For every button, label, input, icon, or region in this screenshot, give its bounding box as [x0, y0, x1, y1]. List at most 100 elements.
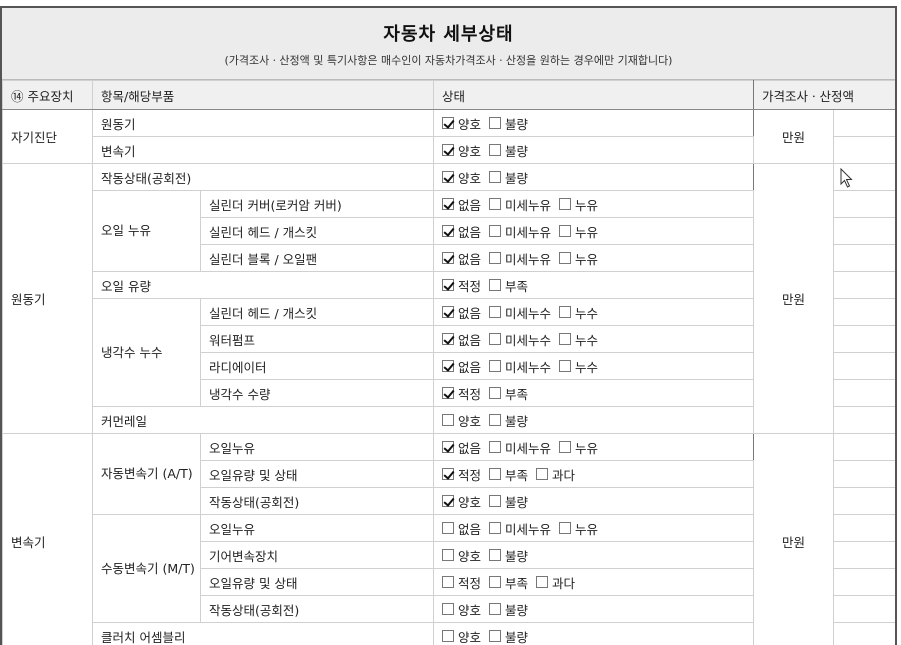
status-option[interactable]: 미세누유 — [489, 195, 551, 214]
checkbox-icon[interactable] — [559, 360, 572, 372]
price-input-cell[interactable] — [832, 595, 895, 623]
status-option[interactable]: 없음 — [442, 249, 481, 268]
checkbox-icon[interactable] — [559, 225, 572, 237]
checkbox-icon[interactable] — [442, 549, 454, 561]
checkbox-icon[interactable] — [442, 603, 454, 615]
status-option[interactable]: 미세누수 — [489, 303, 551, 322]
status-option[interactable]: 누수 — [559, 357, 598, 376]
checkbox-icon[interactable] — [489, 225, 502, 237]
checked-checkbox-icon[interactable] — [442, 441, 454, 453]
checked-checkbox-icon[interactable] — [442, 171, 454, 183]
status-option[interactable]: 양호 — [442, 114, 481, 133]
checkbox-icon[interactable] — [489, 387, 502, 399]
status-option[interactable]: 부족 — [489, 276, 528, 295]
checkbox-icon[interactable] — [442, 522, 454, 534]
price-input-cell[interactable] — [832, 136, 895, 164]
checkbox-icon[interactable] — [489, 630, 502, 642]
price-input-cell[interactable] — [832, 109, 895, 137]
checkbox-icon[interactable] — [559, 333, 572, 345]
checkbox-icon[interactable] — [489, 576, 502, 588]
checkbox-icon[interactable] — [559, 306, 572, 318]
price-input-cell[interactable] — [832, 217, 895, 245]
checkbox-icon[interactable] — [489, 333, 502, 345]
price-input-cell[interactable] — [832, 433, 895, 461]
price-input-cell[interactable] — [832, 190, 895, 218]
status-option[interactable]: 누유 — [559, 195, 598, 214]
checked-checkbox-icon[interactable] — [442, 252, 454, 264]
price-input-cell[interactable] — [832, 460, 895, 488]
status-option[interactable]: 누수 — [559, 330, 598, 349]
status-option[interactable]: 적정 — [442, 573, 481, 592]
status-option[interactable]: 불량 — [489, 546, 528, 565]
price-input-cell[interactable] — [832, 271, 895, 299]
status-option[interactable]: 양호 — [442, 627, 481, 645]
status-option[interactable]: 부족 — [489, 573, 528, 592]
status-option[interactable]: 불량 — [489, 114, 528, 133]
checkbox-icon[interactable] — [489, 468, 502, 480]
status-option[interactable]: 없음 — [442, 519, 481, 538]
status-option[interactable]: 누수 — [559, 303, 598, 322]
status-option[interactable]: 양호 — [442, 546, 481, 565]
price-input-cell[interactable] — [832, 352, 895, 380]
status-option[interactable]: 없음 — [442, 357, 481, 376]
status-option[interactable]: 적정 — [442, 465, 481, 484]
status-option[interactable]: 불량 — [489, 411, 528, 430]
status-option[interactable]: 과다 — [536, 465, 575, 484]
status-option[interactable]: 없음 — [442, 438, 481, 457]
checkbox-icon[interactable] — [489, 144, 502, 156]
status-option[interactable]: 누유 — [559, 438, 598, 457]
price-input-cell[interactable] — [832, 622, 895, 645]
checkbox-icon[interactable] — [489, 522, 502, 534]
price-input-cell[interactable] — [832, 541, 895, 569]
checkbox-icon[interactable] — [559, 441, 572, 453]
checkbox-icon[interactable] — [489, 360, 502, 372]
checkbox-icon[interactable] — [559, 252, 572, 264]
status-option[interactable]: 미세누수 — [489, 357, 551, 376]
price-input-cell[interactable] — [832, 514, 895, 542]
checkbox-icon[interactable] — [559, 522, 572, 534]
checkbox-icon[interactable] — [489, 306, 502, 318]
status-option[interactable]: 미세누수 — [489, 330, 551, 349]
status-option[interactable]: 양호 — [442, 411, 481, 430]
status-option[interactable]: 불량 — [489, 168, 528, 187]
status-option[interactable]: 없음 — [442, 195, 481, 214]
checked-checkbox-icon[interactable] — [442, 387, 454, 399]
price-input-cell[interactable] — [832, 244, 895, 272]
checked-checkbox-icon[interactable] — [442, 117, 454, 129]
checkbox-icon[interactable] — [489, 117, 502, 129]
price-input-cell[interactable] — [832, 325, 895, 353]
checkbox-icon[interactable] — [489, 252, 502, 264]
status-option[interactable]: 미세누유 — [489, 222, 551, 241]
status-option[interactable]: 적정 — [442, 384, 481, 403]
status-option[interactable]: 과다 — [536, 573, 575, 592]
status-option[interactable]: 양호 — [442, 600, 481, 619]
checkbox-icon[interactable] — [559, 198, 572, 210]
checkbox-icon[interactable] — [489, 198, 502, 210]
status-option[interactable]: 없음 — [442, 222, 481, 241]
price-input-cell[interactable] — [832, 568, 895, 596]
price-input-cell[interactable] — [832, 298, 895, 326]
status-option[interactable]: 미세누유 — [489, 438, 551, 457]
checkbox-icon[interactable] — [489, 549, 502, 561]
checked-checkbox-icon[interactable] — [442, 468, 454, 480]
status-option[interactable]: 누유 — [559, 249, 598, 268]
checkbox-icon[interactable] — [489, 495, 502, 507]
status-option[interactable]: 누유 — [559, 519, 598, 538]
checkbox-icon[interactable] — [489, 171, 502, 183]
checkbox-icon[interactable] — [489, 441, 502, 453]
checkbox-icon[interactable] — [536, 468, 549, 480]
checked-checkbox-icon[interactable] — [442, 360, 454, 372]
checked-checkbox-icon[interactable] — [442, 306, 454, 318]
status-option[interactable]: 누유 — [559, 222, 598, 241]
checkbox-icon[interactable] — [442, 576, 454, 588]
checkbox-icon[interactable] — [442, 630, 454, 642]
status-option[interactable]: 없음 — [442, 303, 481, 322]
status-option[interactable]: 부족 — [489, 384, 528, 403]
checkbox-icon[interactable] — [536, 576, 549, 588]
status-option[interactable]: 양호 — [442, 492, 481, 511]
checked-checkbox-icon[interactable] — [442, 225, 454, 237]
status-option[interactable]: 미세누유 — [489, 519, 551, 538]
status-option[interactable]: 양호 — [442, 141, 481, 160]
status-option[interactable]: 불량 — [489, 600, 528, 619]
checked-checkbox-icon[interactable] — [442, 279, 454, 291]
